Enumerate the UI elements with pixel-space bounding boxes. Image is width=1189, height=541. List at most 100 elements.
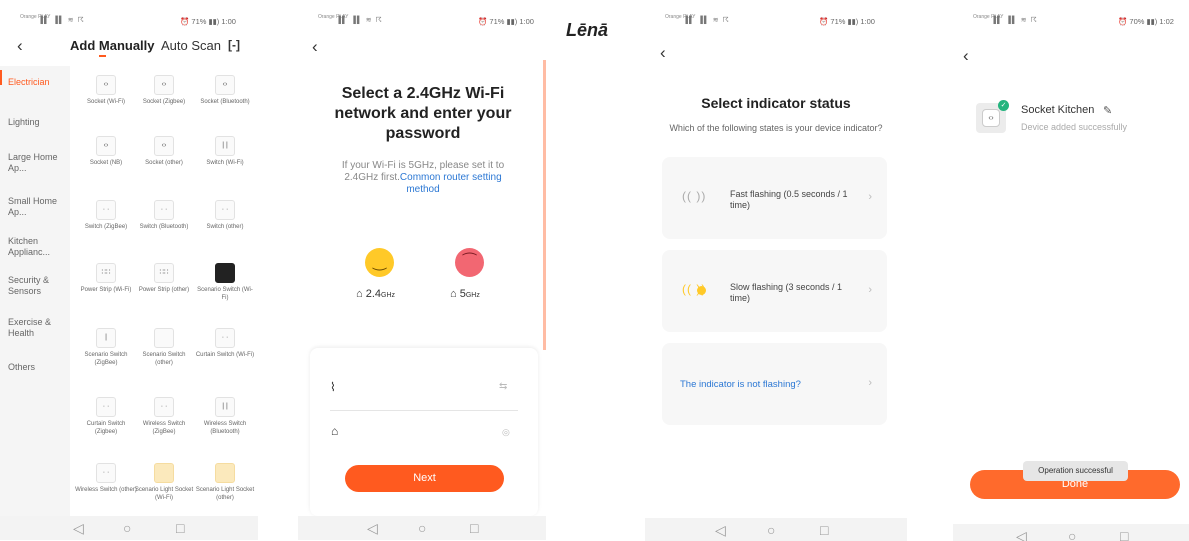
nav-home-icon[interactable]: ○ [418, 520, 426, 536]
device-icon: ‹› [215, 75, 235, 95]
nav-recent-icon[interactable]: □ [470, 520, 478, 536]
device-tile[interactable]: Scenario Light Socket (Wi-Fi) [133, 463, 195, 502]
device-label: Scenario Switch (Wi-Fi) [197, 287, 253, 301]
swap-network-icon[interactable]: ⇆ [499, 381, 507, 392]
nav-home-icon[interactable]: ○ [123, 520, 131, 536]
device-tile[interactable]: | Scenario Switch (ZigBee) [75, 328, 137, 367]
device-tile[interactable]: | | Wireless Switch (Bluetooth) [194, 397, 256, 436]
back-button[interactable]: ‹ [660, 44, 666, 61]
back-button[interactable]: ‹ [17, 37, 23, 54]
device-tile[interactable]: · · Switch (other) [194, 200, 256, 232]
device-tile[interactable]: · · Wireless Switch (other) [75, 463, 137, 495]
device-tile[interactable]: · · Wireless Switch (ZigBee) [133, 397, 195, 436]
screen-indicator-status: Orange PLAY ▐▌ ▐▌ ≋ ☈ ⏰ 71% ▮▮) 1:00 ‹ S… [645, 0, 907, 541]
device-tile[interactable]: ‹› Socket (other) [133, 136, 195, 168]
nav-recent-icon[interactable]: □ [820, 522, 828, 538]
device-tile[interactable]: ‹› Socket (NB) [75, 136, 137, 168]
screen-device-added: Orange PLAY ▐▌ ▐▌ ≋ ☈ ⏰ 70% ▮▮) 1:02 ‹ ‹… [953, 0, 1189, 541]
device-label: Power Strip (other) [138, 287, 190, 293]
option-fast-flashing[interactable]: (( )) Fast flashing (0.5 seconds / 1 tim… [662, 157, 887, 239]
device-icon: · · [215, 200, 235, 220]
page-title: Select a 2.4GHz Wi-Fi network and enter … [334, 85, 512, 142]
device-tile[interactable]: Scenario Switch (other) [133, 328, 195, 367]
screen-add-device: Orange PLAY ▐▌ ▐▌ ≋ ☈ ⏰ 71% ▮▮) 1:00 ‹ A… [0, 0, 258, 541]
router-setting-link[interactable]: Common router setting method [400, 172, 502, 195]
socket-icon: ‹› [982, 109, 1000, 127]
active-category-marker [0, 70, 2, 85]
option-slow-flashing[interactable]: (( )) Slow flashing (3 seconds / 1 time)… [662, 250, 887, 332]
device-tile[interactable]: Scenario Light Socket (other) [194, 463, 256, 502]
nav-recent-icon[interactable]: □ [176, 520, 184, 536]
device-icon: ‹› [96, 75, 116, 95]
device-tile[interactable]: Scenario Switch (Wi-Fi) [194, 263, 256, 302]
category-item[interactable]: Lighting [8, 117, 68, 128]
device-icon: ∷∷ [96, 263, 116, 283]
not-flashing-link[interactable]: The indicator is not flashing? [680, 379, 801, 390]
device-label: Scenario Light Socket (other) [195, 487, 255, 501]
device-tile[interactable]: ‹› Socket (Zigbee) [133, 75, 195, 107]
wifi-icon: ⌇ [330, 380, 336, 394]
system-nav-bar: ◁ ○ □ [953, 524, 1189, 541]
category-item[interactable]: Security & Sensors [8, 275, 68, 297]
device-tile[interactable]: · · Curtain Switch (Zigbee) [75, 397, 137, 436]
option-not-flashing[interactable]: The indicator is not flashing? › [662, 343, 887, 425]
device-label: Curtain Switch (Wi-Fi) [195, 352, 255, 358]
device-icon [154, 463, 174, 483]
category-item[interactable]: Large Home Ap... [8, 152, 68, 174]
back-button[interactable]: ‹ [963, 47, 969, 64]
indicator-dot [697, 286, 706, 295]
tab-add-manually[interactable]: Add Manually [70, 38, 155, 53]
nav-back-icon[interactable]: ◁ [715, 522, 726, 539]
category-item[interactable]: Kitchen Applianc... [8, 236, 68, 258]
device-tile[interactable]: · · Switch (Bluetooth) [133, 200, 195, 232]
category-item[interactable]: Others [8, 362, 68, 373]
device-label: Switch (Wi-Fi) [206, 160, 244, 166]
router-icon: ⌂ [356, 288, 363, 300]
show-password-icon[interactable]: ◎ [502, 427, 510, 438]
device-icon: ‹› ✓ [976, 100, 1009, 133]
status-bar: Orange PLAY ▐▌ ▐▌ ≋ ☈ ⏰ 70% ▮▮) 1:02 [953, 14, 1189, 30]
signal-icons: ▐▌ ▐▌ ≋ ☈ [683, 17, 730, 24]
nav-home-icon[interactable]: ○ [767, 522, 775, 538]
device-icon: | | [215, 136, 235, 156]
device-tile[interactable]: ∷∷ Power Strip (Wi-Fi) [75, 263, 137, 295]
scan-icon[interactable]: [-] [228, 38, 240, 52]
device-icon: ∷∷ [154, 263, 174, 283]
back-button[interactable]: ‹ [312, 38, 318, 55]
lock-icon: ⌂ [331, 424, 339, 438]
band-value: 2.4 [365, 288, 382, 300]
tab-auto-scan[interactable]: Auto Scan [161, 38, 221, 53]
device-label: Switch (other) [206, 224, 244, 230]
edit-icon[interactable]: ✎ [1103, 104, 1112, 117]
device-label: Switch (ZigBee) [84, 224, 128, 230]
category-item[interactable]: Electrician [8, 77, 68, 88]
category-item[interactable]: Small Home Ap... [8, 196, 68, 218]
nav-back-icon[interactable]: ◁ [1016, 528, 1027, 541]
next-button[interactable]: Next [345, 465, 504, 492]
device-tile[interactable]: ∷∷ Power Strip (other) [133, 263, 195, 295]
toast-message: Operation successful [1023, 461, 1128, 481]
status-right: ⏰ 71% ▮▮) 1:00 [819, 17, 875, 26]
status-right: ⏰ 71% ▮▮) 1:00 [180, 17, 236, 26]
nav-recent-icon[interactable]: □ [1120, 528, 1128, 541]
chevron-right-icon: › [868, 284, 872, 296]
nav-home-icon[interactable]: ○ [1068, 528, 1076, 541]
system-nav-bar: ◁ ○ □ [298, 516, 546, 540]
device-tile[interactable]: · · Curtain Switch (Wi-Fi) [194, 328, 256, 360]
device-label: Wireless Switch (other) [75, 487, 137, 493]
band-24ghz: ⌂ 2.4GHz [356, 288, 395, 300]
nav-back-icon[interactable]: ◁ [73, 520, 84, 537]
device-icon: · · [215, 328, 235, 348]
status-right: ⏰ 70% ▮▮) 1:02 [1118, 17, 1174, 26]
status-bar: Orange PLAY ▐▌ ▐▌ ≋ ☈ ⏰ 71% ▮▮) 1:00 [298, 14, 546, 30]
chevron-right-icon: › [868, 191, 872, 203]
device-tile[interactable]: ‹› Socket (Bluetooth) [194, 75, 256, 107]
device-tile[interactable]: · · Switch (ZigBee) [75, 200, 137, 232]
signal-icons: ▐▌ ▐▌ ≋ ☈ [38, 17, 85, 24]
fast-flash-icon: (( )) [682, 189, 707, 203]
band-5ghz: ⌂ 5GHz [450, 288, 480, 300]
nav-back-icon[interactable]: ◁ [367, 520, 378, 537]
category-item[interactable]: Exercise & Health [8, 317, 68, 339]
device-tile[interactable]: | | Switch (Wi-Fi) [194, 136, 256, 168]
device-tile[interactable]: ‹› Socket (Wi-Fi) [75, 75, 137, 107]
